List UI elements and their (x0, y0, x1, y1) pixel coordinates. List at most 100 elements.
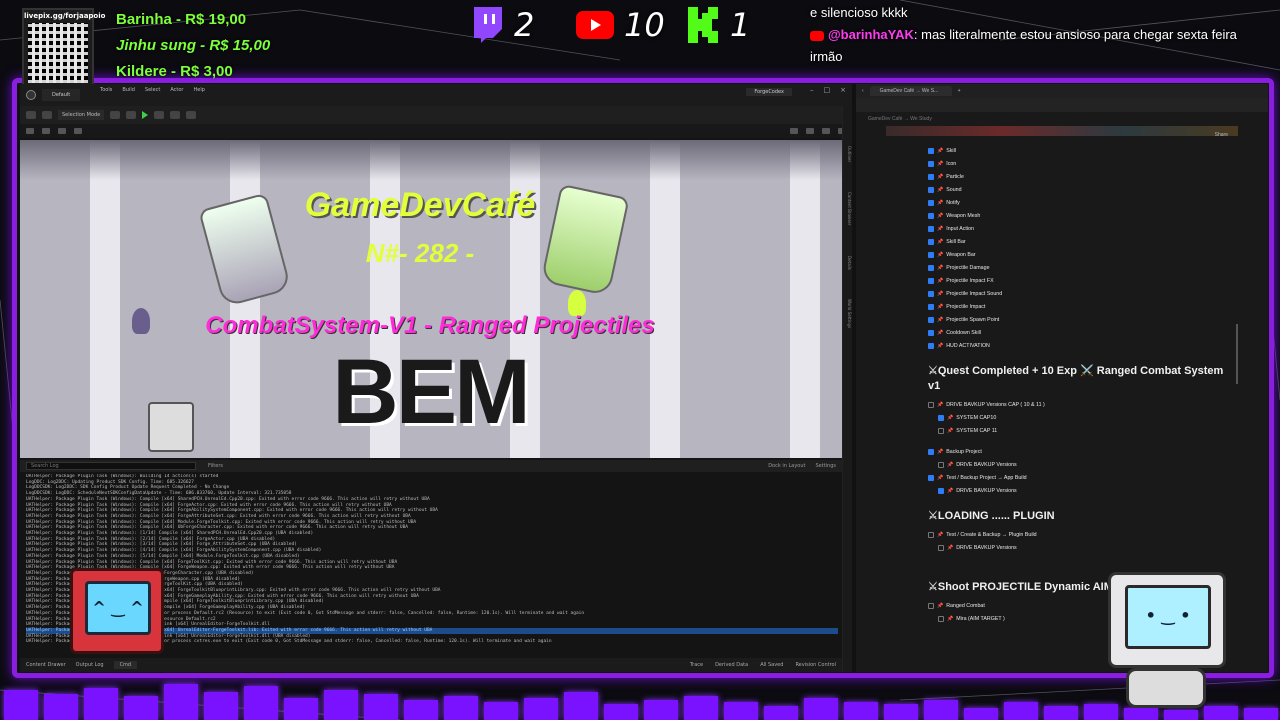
tab-details[interactable]: Details (843, 256, 852, 270)
donation-item: Kildere - R$ 3,00 (116, 63, 233, 80)
grid-snap-icon[interactable] (790, 128, 798, 134)
stop-icon[interactable] (170, 111, 181, 119)
visualizer-bar (284, 698, 318, 720)
derived-data-button[interactable]: Derived Data (715, 662, 748, 668)
checkbox[interactable] (928, 277, 934, 284)
checkbox[interactable] (928, 602, 934, 609)
checkbox[interactable] (928, 290, 934, 297)
project-button[interactable]: ForgeCodex (746, 88, 792, 96)
pin-icon: 📌 (947, 615, 954, 622)
checklist-item: 📌 Cooldown Skill (928, 326, 1228, 339)
content-drawer-button[interactable]: Content Drawer (26, 662, 66, 668)
rotation-snap-icon[interactable] (806, 128, 814, 134)
visualizer-bar (204, 692, 238, 720)
visualizer-bar (964, 708, 998, 720)
swords-icon: ⚔ (928, 581, 938, 593)
checkbox[interactable] (928, 329, 934, 336)
checkbox[interactable] (928, 448, 934, 455)
viewport-menu-icon[interactable] (26, 128, 34, 134)
overlay-title: GameDevCafé (304, 186, 536, 224)
checkbox[interactable] (938, 487, 944, 494)
checkbox[interactable] (928, 251, 934, 258)
revision-control-button[interactable]: Revision Control (795, 662, 836, 668)
checkbox[interactable] (928, 531, 934, 538)
selection-mode-dropdown[interactable]: Selection Mode (58, 110, 105, 120)
pause-icon[interactable] (154, 111, 165, 119)
checklist-item: 📌 Backup Project (928, 445, 1228, 458)
checkbox[interactable] (928, 225, 934, 232)
checkbox[interactable] (928, 160, 934, 167)
tab-world-settings[interactable]: World Settings (843, 299, 852, 328)
log-settings-button[interactable]: Settings (815, 463, 836, 469)
checklist-label: Particle (946, 173, 964, 180)
browser-tab[interactable]: GameDev Café → We S... (869, 86, 952, 96)
checkbox[interactable] (928, 264, 934, 271)
visualizer-bar (724, 702, 758, 720)
checkbox[interactable] (928, 316, 934, 323)
checkbox[interactable] (928, 303, 934, 310)
twitch-count: 2 (470, 6, 564, 44)
menu-tools[interactable]: Tools (100, 87, 112, 93)
menu-help[interactable]: Help (194, 87, 205, 93)
minimize-icon[interactable]: – (810, 86, 814, 94)
perspective-icon[interactable] (42, 128, 50, 134)
all-saved-status[interactable]: All Saved (760, 662, 783, 668)
menu-actor[interactable]: Actor (170, 87, 183, 93)
checkbox[interactable] (928, 401, 934, 408)
checklist-label: DRIVE BAVKUP Versions (956, 487, 1017, 494)
checklist-item: 📌 Notify (928, 196, 1228, 209)
menu-build[interactable]: Build (122, 87, 135, 93)
checkbox[interactable] (928, 238, 934, 245)
save-icon[interactable] (26, 111, 36, 119)
checkbox[interactable] (928, 342, 934, 349)
main-toolbar: Selection Mode (20, 106, 852, 124)
checkbox[interactable] (928, 199, 934, 206)
scale-snap-icon[interactable] (822, 128, 830, 134)
visualizer-bar (444, 696, 478, 720)
tab-outliner[interactable]: Outliner (843, 146, 852, 162)
tab-content-browser[interactable]: Content Browser (843, 192, 852, 225)
visualizer-bar (1044, 706, 1078, 720)
address-bar[interactable] (856, 98, 1268, 112)
checklist-label: Notify (946, 199, 960, 206)
share-button[interactable]: Share (1215, 132, 1228, 138)
lit-icon[interactable] (58, 128, 66, 134)
pin-icon: 📌 (937, 147, 944, 154)
content-icon[interactable] (42, 111, 52, 119)
maximize-icon[interactable]: □ (824, 86, 831, 94)
platforms-icon[interactable] (186, 111, 197, 119)
menu-select[interactable]: Select (145, 87, 160, 93)
log-search-input[interactable]: Search Log (26, 462, 196, 470)
trace-button[interactable]: Trace (690, 662, 703, 668)
checkbox[interactable] (928, 186, 934, 193)
checkbox[interactable] (938, 427, 944, 434)
chat-overlay: e silencioso kkkk @barinhaYAK: mas liter… (810, 2, 1265, 68)
close-icon[interactable]: × (840, 86, 846, 94)
dock-in-layout-button[interactable]: Dock in Layout (768, 463, 805, 469)
checklist-item: 📌 Icon (928, 157, 1228, 170)
donation-list: Barinha - R$ 19,00 Jinhu sung - R$ 15,00… (116, 8, 270, 86)
new-tab-icon[interactable]: + (958, 88, 961, 94)
checkbox[interactable] (938, 414, 944, 421)
checkbox[interactable] (928, 173, 934, 180)
checklist-label: Backup Project (946, 448, 982, 455)
level-tab[interactable]: Default (42, 89, 81, 101)
checkbox[interactable] (938, 461, 944, 468)
back-icon[interactable]: ‹ (862, 88, 864, 94)
level-viewport[interactable]: GameDevCafé N#- 282 - CombatSystem-V1 - … (20, 140, 842, 458)
checklist-item: 📌 Skill Bar (928, 235, 1228, 248)
blueprint-icon[interactable] (126, 111, 137, 119)
scrollbar[interactable] (1236, 324, 1238, 384)
checkbox[interactable] (938, 615, 944, 622)
checkbox[interactable] (938, 544, 944, 551)
breadcrumb[interactable]: GameDev Café → We Study (856, 112, 1268, 126)
log-filters-button[interactable]: Filters (208, 463, 223, 469)
checkbox[interactable] (928, 147, 934, 154)
visualizer-bar (564, 692, 598, 720)
add-actor-icon[interactable] (110, 111, 121, 119)
checkbox[interactable] (928, 474, 934, 481)
visualizer-bar (764, 706, 798, 720)
show-icon[interactable] (74, 128, 82, 134)
checkbox[interactable] (928, 212, 934, 219)
play-icon[interactable] (142, 111, 149, 119)
